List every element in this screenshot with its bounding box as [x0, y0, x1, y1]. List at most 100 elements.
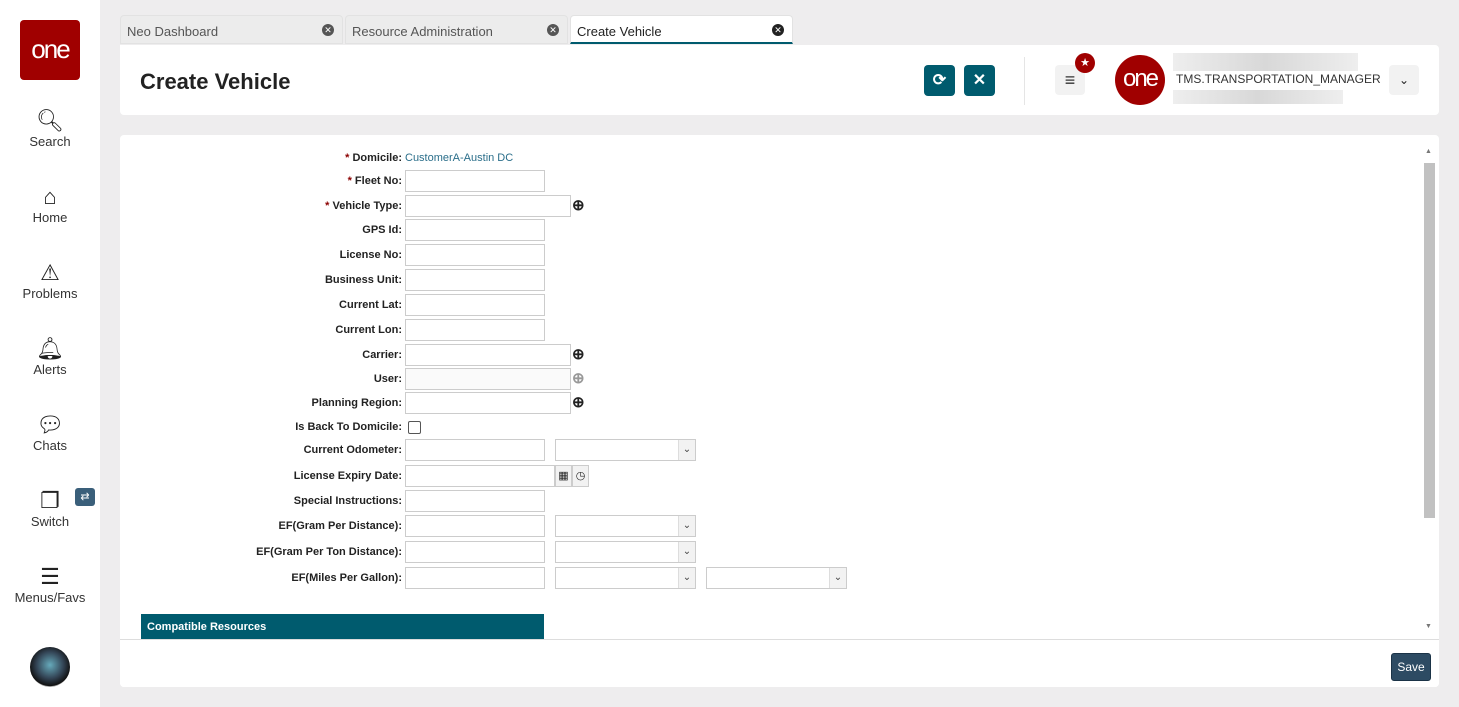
- save-button[interactable]: Save: [1391, 653, 1431, 681]
- ef-miles-per-gallon-unit-select[interactable]: ⌄: [555, 567, 696, 589]
- user-input: [405, 368, 571, 390]
- label-text: Special Instructions: [293, 495, 399, 507]
- user-avatar[interactable]: one: [1115, 55, 1165, 105]
- colon: :: [398, 299, 402, 311]
- refresh-icon: ⟳: [932, 72, 947, 89]
- planning-region-label: Planning Region:: [312, 397, 402, 409]
- calendar-icon[interactable]: ▦: [555, 465, 572, 487]
- label-text: Carrier: [362, 349, 399, 361]
- current-lat-input[interactable]: [405, 294, 545, 316]
- domicile-label: * Domicile:: [345, 152, 402, 164]
- colon: :: [398, 546, 402, 558]
- chevron-down-icon: ⌄: [1398, 73, 1410, 87]
- business-unit-input[interactable]: [405, 269, 545, 291]
- user-label: User:: [374, 373, 402, 385]
- footer: Save: [120, 639, 1439, 687]
- sidebar-item-label: Home: [32, 210, 68, 225]
- sidebar-item-home[interactable]: ⌂ Home: [0, 184, 100, 225]
- ef-gram-per-distance-unit-select[interactable]: ⌄: [555, 515, 696, 537]
- switch-badge-icon[interactable]: ⇄: [75, 488, 95, 506]
- tab-resource-administration[interactable]: Resource Administration ✕: [345, 15, 568, 44]
- search-icon: 🔍︎: [36, 108, 64, 133]
- user-role: TMS.TRANSPORTATION_MANAGER: [1176, 72, 1381, 86]
- redacted-username: [1173, 53, 1358, 71]
- close-tab-icon[interactable]: ✕: [322, 24, 334, 36]
- ef-miles-per-gallon-unit-select[interactable]: ⌄: [706, 567, 847, 589]
- sidebar-item-menus-favs[interactable]: ☰ Menus/Favs: [0, 564, 100, 605]
- colon: :: [398, 397, 402, 409]
- colon: :: [398, 175, 402, 187]
- ef-gram-per-ton-distance-label: EF(Gram Per Ton Distance):: [256, 546, 402, 558]
- chevron-down-icon: ⌄: [829, 568, 846, 588]
- current-lon-input[interactable]: [405, 319, 545, 341]
- page-header: Create Vehicle ⟳ ✕ ≡ ★ one TMS.TRANSPORT…: [120, 45, 1439, 115]
- current-odometer-input[interactable]: [405, 439, 545, 461]
- sidebar-item-problems[interactable]: ⚠ Problems: [0, 260, 100, 301]
- app-logo[interactable]: one: [20, 20, 80, 80]
- ef-gram-per-ton-distance-unit-select[interactable]: ⌄: [555, 541, 696, 563]
- sidebar-item-label: Problems: [22, 286, 78, 301]
- label-text: GPS Id: [362, 224, 399, 236]
- colon: :: [398, 249, 402, 261]
- user-menu-button[interactable]: ⌄: [1389, 65, 1419, 95]
- bell-icon: 🔔︎: [36, 336, 64, 361]
- chat-icon: 💬︎: [36, 412, 64, 437]
- tab-create-vehicle[interactable]: Create Vehicle ✕: [570, 15, 793, 44]
- close-tab-icon[interactable]: ✕: [772, 24, 784, 36]
- current-lon-label: Current Lon:: [335, 324, 402, 336]
- close-tab-icon[interactable]: ✕: [547, 24, 559, 36]
- domicile-value[interactable]: CustomerA-Austin DC: [405, 152, 513, 164]
- gps-id-input[interactable]: [405, 219, 545, 241]
- label-text: License Expiry Date: [293, 470, 399, 482]
- favorite-star-icon[interactable]: ★: [1075, 53, 1095, 73]
- special-instructions-label: Special Instructions:: [294, 495, 402, 507]
- label-text: Current Lat: [339, 299, 399, 311]
- ef-miles-per-gallon-input[interactable]: [405, 567, 545, 589]
- sidebar-item-chats[interactable]: 💬︎ Chats: [0, 412, 100, 453]
- colon: :: [398, 224, 402, 236]
- refresh-button[interactable]: ⟳: [924, 65, 955, 96]
- carrier-input[interactable]: [405, 344, 571, 366]
- sidebar-item-search[interactable]: 🔍︎ Search: [0, 108, 100, 149]
- ef-gram-per-distance-label: EF(Gram Per Distance):: [279, 520, 403, 532]
- lookup-search-icon[interactable]: ⊕: [572, 393, 585, 411]
- label-text: Planning Region: [311, 397, 399, 409]
- sidebar-item-alerts[interactable]: 🔔︎ Alerts: [0, 336, 100, 377]
- sidebar-item-label: Menus/Favs: [14, 590, 86, 605]
- lookup-search-icon[interactable]: ⊕: [572, 196, 585, 214]
- special-instructions-input[interactable]: [405, 490, 545, 512]
- license-no-input[interactable]: [405, 244, 545, 266]
- colon: :: [398, 444, 402, 456]
- compatible-resources-header: Compatible Resources: [141, 614, 544, 640]
- close-button[interactable]: ✕: [964, 65, 995, 96]
- sidebar-item-label: Chats: [33, 438, 67, 453]
- tab-neo-dashboard[interactable]: Neo Dashboard ✕: [120, 15, 343, 44]
- is-back-to-domicile-checkbox[interactable]: [408, 421, 421, 434]
- license-expiry-date-input[interactable]: [405, 465, 555, 487]
- scrollbar[interactable]: ▲ ▼: [1422, 145, 1436, 635]
- label-text: Current Odometer: [303, 444, 399, 456]
- planning-region-input[interactable]: [405, 392, 571, 414]
- colon: :: [398, 495, 402, 507]
- label-text: Vehicle Type: [332, 200, 399, 212]
- label-text: EF(Miles Per Gallon): [291, 572, 399, 584]
- ef-gram-per-ton-distance-input[interactable]: [405, 541, 545, 563]
- clock-icon[interactable]: ◷: [572, 465, 589, 487]
- label-text: License No: [339, 249, 399, 261]
- lookup-search-icon: ⊕: [572, 370, 585, 387]
- fleet-no-input[interactable]: [405, 170, 545, 192]
- assistant-avatar[interactable]: [30, 647, 70, 687]
- chevron-down-icon: ⌄: [678, 568, 695, 588]
- home-icon: ⌂: [43, 184, 57, 209]
- current-odometer-unit-select[interactable]: ⌄: [555, 439, 696, 461]
- business-unit-label: Business Unit:: [325, 274, 402, 286]
- colon: :: [398, 572, 402, 584]
- ef-gram-per-distance-input[interactable]: [405, 515, 545, 537]
- label-text: EF(Gram Per Distance): [278, 520, 399, 532]
- lookup-search-icon[interactable]: ⊕: [572, 345, 585, 363]
- sidebar-item-label: Search: [29, 134, 71, 149]
- carrier-label: Carrier:: [362, 349, 402, 361]
- colon: :: [398, 421, 402, 433]
- label-text: Business Unit: [324, 274, 399, 286]
- vehicle-type-input[interactable]: [405, 195, 571, 217]
